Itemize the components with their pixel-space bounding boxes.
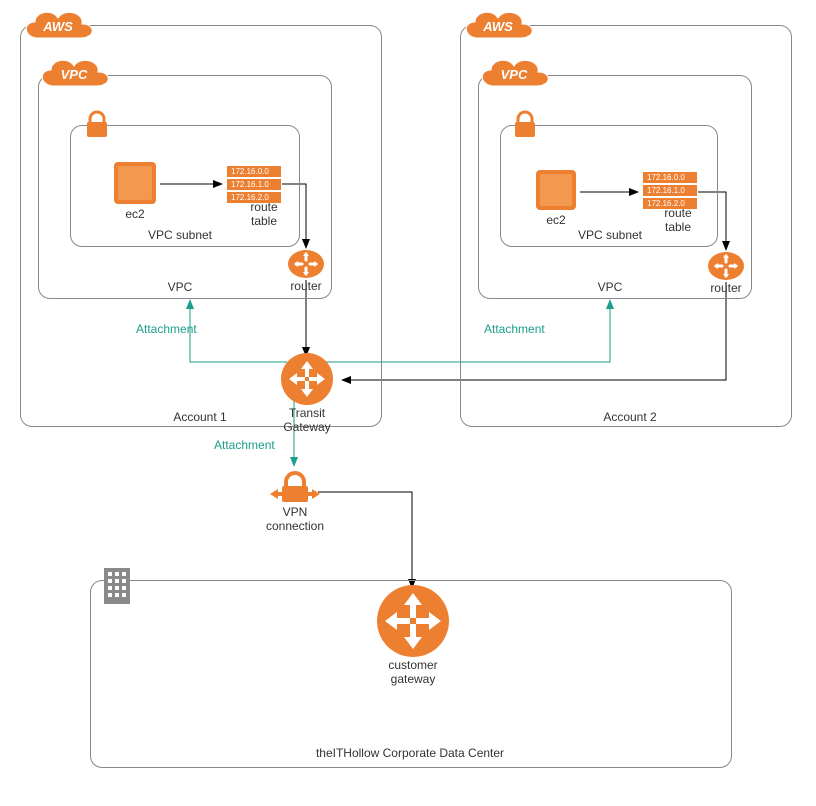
attachment-label-1: Attachment bbox=[136, 322, 216, 336]
ec2-label-1: ec2 bbox=[112, 207, 158, 221]
vpc-label-1: VPC bbox=[150, 280, 210, 294]
datacenter-label: theITHollow Corporate Data Center bbox=[90, 746, 730, 760]
tgw-label: Transit Gateway bbox=[278, 406, 336, 434]
account1-label: Account 1 bbox=[160, 410, 240, 424]
aws-cloud-icon-2: AWS bbox=[458, 4, 538, 48]
vpn-label: VPN connection bbox=[258, 505, 332, 533]
route-row: 172.16.1.0 bbox=[642, 184, 698, 197]
lock-icon-2 bbox=[512, 110, 538, 140]
building-icon bbox=[100, 564, 134, 608]
svg-text:AWS: AWS bbox=[482, 19, 513, 34]
router-label-2: router bbox=[706, 281, 746, 295]
route-table-2: 172.16.0.0 172.16.1.0 172.16.2.0 bbox=[642, 171, 698, 210]
vpc-badge-text: VPC bbox=[61, 67, 88, 82]
transit-gateway-icon bbox=[280, 352, 334, 406]
attachment-label-2: Attachment bbox=[484, 322, 564, 336]
lock-icon-1 bbox=[84, 110, 110, 140]
route-table-label-1: route table bbox=[234, 200, 294, 228]
aws-cloud-icon-1: AWS bbox=[18, 4, 98, 48]
vpc-cloud-icon-2: VPC bbox=[474, 52, 552, 96]
ec2-icon-2 bbox=[534, 168, 578, 212]
subnet-label-2: VPC subnet bbox=[550, 228, 670, 242]
route-row: 172.16.0.0 bbox=[226, 165, 282, 178]
route-row: 172.16.0.0 bbox=[642, 171, 698, 184]
router-label-1: router bbox=[286, 279, 326, 293]
vpc-label-2: VPC bbox=[580, 280, 640, 294]
conn-vpn-cgw bbox=[318, 492, 412, 588]
subnet-label-1: VPC subnet bbox=[120, 228, 240, 242]
ec2-icon-1 bbox=[112, 160, 158, 206]
route-table-1: 172.16.0.0 172.16.1.0 172.16.2.0 bbox=[226, 165, 282, 204]
route-row: 172.16.1.0 bbox=[226, 178, 282, 191]
svg-text:VPC: VPC bbox=[501, 67, 528, 82]
customer-gateway-icon bbox=[376, 584, 450, 658]
aws-badge-text: AWS bbox=[42, 19, 73, 34]
vpc-cloud-icon-1: VPC bbox=[34, 52, 112, 96]
ec2-label-2: ec2 bbox=[534, 213, 578, 227]
cgw-label: customer gateway bbox=[378, 658, 448, 686]
account2-label: Account 2 bbox=[590, 410, 670, 424]
vpn-connection-icon bbox=[268, 466, 322, 506]
attachment-label-3: Attachment bbox=[214, 438, 294, 452]
